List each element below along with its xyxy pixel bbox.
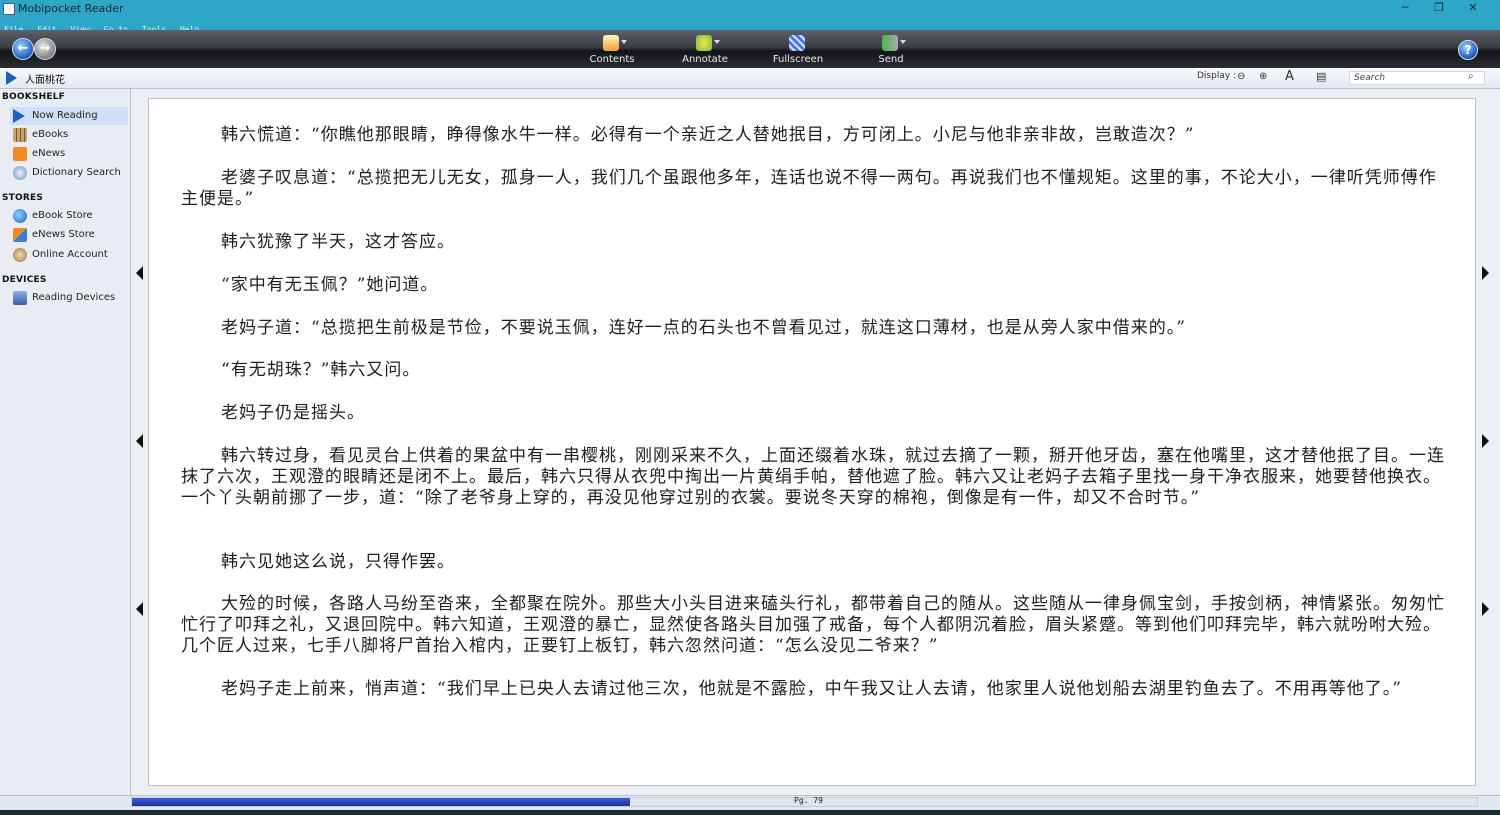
sidebar-item-label: Reading Devices bbox=[32, 292, 116, 303]
previous-page-arrow-icon[interactable] bbox=[136, 266, 143, 280]
globe-icon bbox=[13, 209, 27, 223]
zoom-out-icon[interactable]: ⊖ bbox=[1237, 71, 1245, 82]
paragraph: 韩六犹豫了半天，这才答应。 bbox=[221, 232, 455, 252]
sidebar-item-enews[interactable]: eNews bbox=[10, 145, 128, 163]
display-label: Display : bbox=[1197, 71, 1237, 81]
sidebar-item-reading-devices[interactable]: Reading Devices bbox=[10, 289, 128, 307]
send-button[interactable]: Send bbox=[851, 32, 931, 68]
play-icon bbox=[13, 109, 25, 123]
paragraph: 老妈子道：“总揽把生前极是节俭，不要说玉佩，连好一点的石头也不曾看见过，就连这口… bbox=[221, 318, 1186, 338]
book-page: 韩六慌道：“你瞧他那眼睛，睁得像水牛一样。必得有一个亲近之人替她抿目，方可闭上。… bbox=[148, 98, 1476, 786]
taskbar bbox=[0, 810, 1500, 815]
sidebar: BOOKSHELF Now Reading eBooks eNews Dicti… bbox=[0, 89, 131, 795]
book-title: 人面桃花 bbox=[25, 75, 65, 86]
stores-heading: STORES bbox=[2, 193, 44, 203]
forward-button[interactable]: → bbox=[34, 38, 56, 60]
paragraph: 大殓的时候，各路人马纷至沓来，全都聚在院外。那些大小头目进来磕头行礼，都带着自己… bbox=[181, 594, 1445, 656]
close-button[interactable]: ✕ bbox=[1458, 0, 1488, 17]
sidebar-item-online-account[interactable]: Online Account bbox=[10, 246, 128, 264]
chevron-down-icon bbox=[621, 40, 627, 44]
next-page-arrow-icon[interactable] bbox=[1482, 266, 1489, 280]
sidebar-item-dictionary-search[interactable]: Dictionary Search bbox=[10, 164, 128, 182]
user-icon bbox=[13, 248, 27, 262]
forward-arrow-icon: → bbox=[39, 41, 51, 56]
paragraph: 老婆子叹息道：“总揽把无儿无女，孤身一人，我们几个虽跟他多年，连话也说不得一两句… bbox=[181, 168, 1437, 209]
books-icon bbox=[13, 128, 27, 142]
back-button[interactable]: ← bbox=[12, 38, 34, 60]
next-page-arrow-icon[interactable] bbox=[1482, 602, 1489, 616]
news-store-icon bbox=[13, 228, 27, 242]
magnifier-icon bbox=[13, 166, 27, 180]
annotate-label: Annotate bbox=[682, 54, 728, 65]
title-bar: Mobipocket Reader ─ ❐ ✕ bbox=[0, 0, 1500, 17]
play-icon[interactable] bbox=[6, 71, 17, 85]
paragraph: “家中有无玉佩？”她问道。 bbox=[221, 275, 439, 295]
maximize-button[interactable]: ❐ bbox=[1424, 0, 1454, 17]
paragraph: 老妈子仍是摇头。 bbox=[221, 403, 365, 423]
devices-heading: DEVICES bbox=[2, 275, 47, 285]
menu-bar: FileEditViewGo toToolsHelp bbox=[0, 17, 1500, 34]
font-size-button[interactable]: A bbox=[1285, 69, 1294, 84]
paragraph: 韩六慌道：“你瞧他那眼睛，睁得像水牛一样。必得有一个亲近之人替她抿目，方可闭上。… bbox=[221, 125, 1195, 145]
book-bar: 人面桃花 Display : ⊖ ⊕ A ▤ Search ⌕ bbox=[0, 68, 1500, 89]
chevron-down-icon bbox=[714, 40, 720, 44]
sidebar-item-label: Now Reading bbox=[32, 110, 98, 121]
fullscreen-icon bbox=[789, 35, 805, 51]
page-number: Pg. 79 bbox=[794, 796, 823, 805]
sidebar-item-label: eNews Store bbox=[32, 229, 95, 240]
sidebar-item-label: Online Account bbox=[32, 249, 108, 260]
paragraph: 韩六见她这么说，只得作罢。 bbox=[221, 552, 455, 572]
annotate-button[interactable]: Annotate bbox=[665, 32, 745, 68]
next-page-arrow-icon[interactable] bbox=[1482, 434, 1489, 448]
bookshelf-heading: BOOKSHELF bbox=[2, 92, 65, 102]
previous-page-arrow-icon[interactable] bbox=[136, 434, 143, 448]
help-icon[interactable]: ? bbox=[1458, 40, 1478, 60]
layout-icon[interactable]: ▤ bbox=[1316, 70, 1326, 83]
fullscreen-label: Fullscreen bbox=[772, 54, 824, 65]
send-icon bbox=[882, 35, 898, 51]
sidebar-item-label: eBooks bbox=[32, 129, 69, 140]
back-arrow-icon: ← bbox=[17, 41, 29, 56]
main-toolbar: ← → Contents Annotate Fullscreen Send bbox=[0, 30, 1500, 69]
minimize-button[interactable]: ─ bbox=[1390, 0, 1420, 17]
sidebar-item-label: eNews bbox=[32, 148, 66, 159]
rss-icon bbox=[13, 147, 27, 161]
sidebar-item-label: Dictionary Search bbox=[32, 167, 121, 178]
chevron-down-icon bbox=[900, 40, 906, 44]
annotate-icon bbox=[696, 35, 712, 51]
paragraph: 韩六转过身，看见灵台上供着的果盆中有一串樱桃，刚刚采来不久，上面还缀着水珠，就过… bbox=[181, 446, 1445, 508]
window-title: Mobipocket Reader bbox=[18, 2, 124, 15]
device-icon bbox=[13, 291, 27, 305]
progress-fill bbox=[132, 798, 630, 806]
contents-label: Contents bbox=[589, 54, 635, 65]
search-input[interactable]: Search bbox=[1349, 71, 1485, 85]
sidebar-item-ebook-store[interactable]: eBook Store bbox=[10, 207, 128, 225]
sidebar-item-ebooks[interactable]: eBooks bbox=[10, 126, 128, 144]
search-icon[interactable]: ⌕ bbox=[1468, 71, 1474, 82]
sidebar-item-label: eBook Store bbox=[32, 210, 93, 221]
previous-page-arrow-icon[interactable] bbox=[136, 602, 143, 616]
home-icon bbox=[603, 35, 619, 51]
sidebar-item-now-reading[interactable]: Now Reading bbox=[10, 107, 128, 125]
contents-button[interactable]: Contents bbox=[572, 32, 652, 68]
app-icon bbox=[3, 3, 15, 15]
send-label: Send bbox=[878, 54, 904, 65]
fullscreen-button[interactable]: Fullscreen bbox=[758, 32, 838, 68]
paragraph: 老妈子走上前来，悄声道：“我们早上已央人去请过他三次，他就是不露脸，中午我又让人… bbox=[221, 679, 1402, 699]
zoom-in-icon[interactable]: ⊕ bbox=[1259, 71, 1267, 82]
sidebar-item-enews-store[interactable]: eNews Store bbox=[10, 226, 128, 244]
paragraph: “有无胡珠？”韩六又问。 bbox=[221, 360, 421, 380]
